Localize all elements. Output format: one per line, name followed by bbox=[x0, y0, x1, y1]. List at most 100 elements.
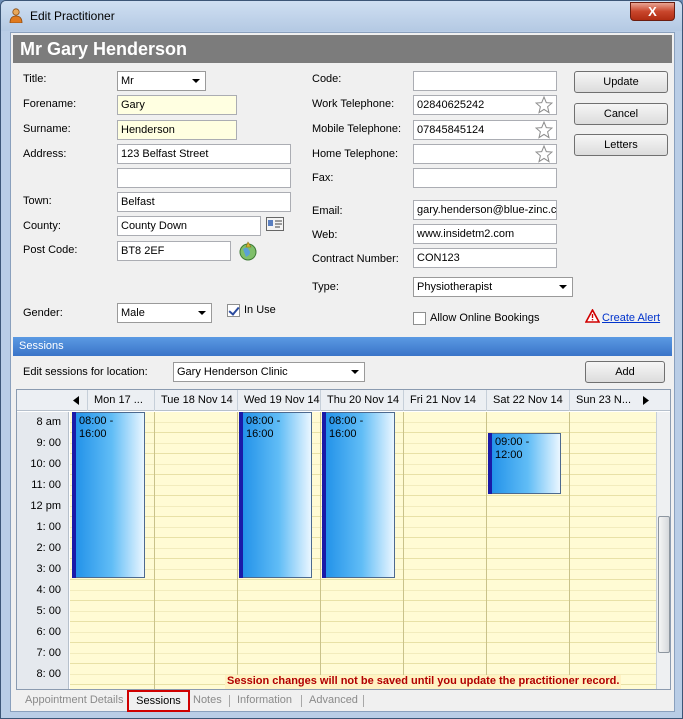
tab-appointment-details[interactable]: Appointment Details bbox=[25, 692, 123, 711]
unsaved-changes-warning: Session changes will not be saved until … bbox=[225, 675, 622, 689]
fax-field[interactable] bbox=[413, 168, 557, 188]
mobile-telephone-label: Mobile Telephone: bbox=[312, 123, 402, 135]
session-block[interactable]: 08:00 -16:00 bbox=[239, 412, 312, 578]
star-icon[interactable] bbox=[535, 145, 553, 163]
day-column-divider bbox=[403, 412, 404, 689]
time-column: 8 am 9: 00 10: 00 11: 00 12 pm 1: 00 2: … bbox=[17, 412, 69, 689]
session-start-time: 08:00 - bbox=[79, 415, 114, 427]
surname-field[interactable]: Henderson bbox=[117, 120, 237, 140]
time-label: 8 am bbox=[36, 416, 61, 428]
day-column-divider bbox=[320, 412, 321, 689]
time-label: 4: 00 bbox=[36, 584, 61, 596]
previous-days-arrow-icon[interactable] bbox=[73, 396, 79, 405]
address-line1-field[interactable]: 123 Belfast Street bbox=[117, 144, 291, 164]
scrollbar-thumb[interactable] bbox=[658, 516, 670, 653]
calendar-vertical-scrollbar[interactable] bbox=[656, 412, 670, 689]
session-start-time: 08:00 - bbox=[329, 415, 364, 427]
day-header[interactable]: Mon 17 ... bbox=[87, 390, 154, 411]
next-days-arrow-icon[interactable] bbox=[643, 396, 649, 405]
gender-select-value: Male bbox=[121, 307, 145, 319]
time-label: 7: 00 bbox=[36, 647, 61, 659]
day-header[interactable]: Wed 19 Nov 14 bbox=[237, 390, 320, 411]
close-window-button[interactable]: X bbox=[630, 2, 675, 21]
contract-number-field[interactable]: CON123 bbox=[413, 248, 557, 268]
code-field[interactable] bbox=[413, 71, 557, 91]
chevron-down-icon bbox=[351, 370, 359, 374]
county-label: County: bbox=[23, 220, 61, 232]
title-bar[interactable]: Edit Practitioner X bbox=[1, 1, 682, 31]
tab-sessions[interactable]: Sessions bbox=[127, 690, 190, 712]
title-label: Title: bbox=[23, 73, 47, 85]
tab-information[interactable]: Information bbox=[237, 692, 292, 711]
web-field[interactable]: www.insidetm2.com bbox=[413, 224, 557, 244]
add-session-button[interactable]: Add bbox=[585, 361, 665, 383]
in-use-label: In Use bbox=[244, 304, 276, 316]
postcode-lookup-icon[interactable] bbox=[237, 240, 259, 262]
gender-select[interactable]: Male bbox=[117, 303, 212, 323]
type-label: Type: bbox=[312, 281, 339, 293]
update-button[interactable]: Update bbox=[574, 71, 668, 93]
address-label: Address: bbox=[23, 148, 67, 160]
surname-label: Surname: bbox=[23, 123, 71, 135]
cancel-button[interactable]: Cancel bbox=[574, 103, 668, 125]
time-label: 9: 00 bbox=[36, 437, 61, 449]
day-column-divider bbox=[486, 412, 487, 689]
day-header[interactable]: Tue 18 Nov 14 bbox=[154, 390, 237, 411]
code-label: Code: bbox=[312, 73, 342, 85]
location-select[interactable]: Gary Henderson Clinic bbox=[173, 362, 365, 382]
postcode-field[interactable]: BT8 2EF bbox=[117, 241, 231, 261]
email-field[interactable]: gary.henderson@blue-zinc.c bbox=[413, 200, 557, 220]
session-start-time: 08:00 - bbox=[246, 415, 281, 427]
address-line2-field[interactable] bbox=[117, 168, 291, 188]
time-label: 8: 00 bbox=[36, 668, 61, 680]
star-icon[interactable] bbox=[535, 96, 553, 114]
town-label: Town: bbox=[23, 195, 52, 207]
time-label: 1: 00 bbox=[36, 521, 61, 533]
forename-field[interactable]: Gary bbox=[117, 95, 237, 115]
home-telephone-label: Home Telephone: bbox=[312, 148, 399, 160]
address-card-icon[interactable] bbox=[266, 217, 284, 231]
day-header[interactable]: Thu 20 Nov 14 bbox=[320, 390, 403, 411]
day-column-divider bbox=[569, 412, 570, 689]
day-column-divider bbox=[237, 412, 238, 689]
session-block[interactable]: 09:00 -12:00 bbox=[488, 433, 561, 494]
type-select[interactable]: Physiotherapist bbox=[413, 277, 573, 297]
tab-notes[interactable]: Notes bbox=[193, 692, 222, 711]
day-column-divider bbox=[154, 412, 155, 689]
title-select[interactable]: Mr bbox=[117, 71, 206, 91]
tab-advanced[interactable]: Advanced bbox=[309, 692, 358, 711]
create-alert-link[interactable]: Create Alert bbox=[602, 312, 660, 324]
chevron-down-icon bbox=[192, 79, 200, 83]
calendar-grid[interactable]: 08:00 -16:00 08:00 -16:00 08:00 -16:00 09:0… bbox=[70, 412, 656, 689]
session-end-time: 16:00 bbox=[79, 428, 107, 440]
session-end-time: 12:00 bbox=[495, 449, 523, 461]
day-header[interactable]: Sat 22 Nov 14 bbox=[486, 390, 569, 411]
letters-button[interactable]: Letters bbox=[574, 134, 668, 156]
location-select-value: Gary Henderson Clinic bbox=[177, 366, 288, 378]
chevron-down-icon bbox=[198, 311, 206, 315]
time-label: 3: 00 bbox=[36, 563, 61, 575]
calendar-day-header: Mon 17 ... Tue 18 Nov 14 Wed 19 Nov 14 T… bbox=[17, 390, 670, 411]
time-label: 11: 00 bbox=[31, 479, 61, 491]
forename-label: Forename: bbox=[23, 98, 77, 110]
sessions-calendar[interactable]: Mon 17 ... Tue 18 Nov 14 Wed 19 Nov 14 T… bbox=[16, 389, 671, 690]
day-header[interactable]: Sun 23 N... bbox=[569, 390, 638, 411]
time-label: 10: 00 bbox=[30, 458, 61, 470]
tab-separator bbox=[363, 695, 364, 707]
dialog-client-area: Mr Gary Henderson Title: Mr Forename: Ga… bbox=[10, 32, 675, 712]
star-icon[interactable] bbox=[535, 121, 553, 139]
postcode-label: Post Code: bbox=[23, 244, 78, 256]
in-use-checkbox[interactable] bbox=[227, 304, 240, 317]
session-block[interactable]: 08:00 -16:00 bbox=[322, 412, 395, 578]
town-field[interactable]: Belfast bbox=[117, 192, 291, 212]
session-block[interactable]: 08:00 -16:00 bbox=[72, 412, 145, 578]
warning-triangle-icon[interactable] bbox=[585, 309, 600, 323]
day-header[interactable]: Fri 21 Nov 14 bbox=[403, 390, 486, 411]
title-select-value: Mr bbox=[121, 75, 134, 87]
session-end-time: 16:00 bbox=[246, 428, 274, 440]
allow-online-bookings-checkbox[interactable] bbox=[413, 312, 426, 325]
county-field[interactable]: County Down bbox=[117, 216, 261, 236]
bottom-tab-strip: Appointment Details Sessions Notes Infor… bbox=[11, 690, 674, 712]
time-label: 6: 00 bbox=[36, 626, 61, 638]
session-end-time: 16:00 bbox=[329, 428, 357, 440]
